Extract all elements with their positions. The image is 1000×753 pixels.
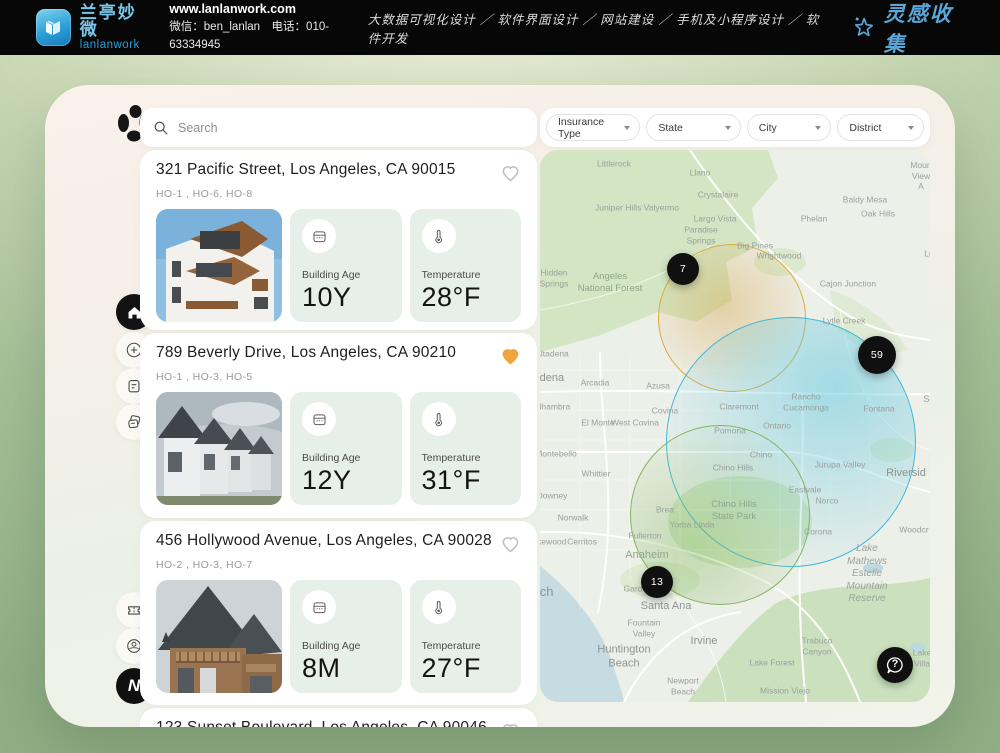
building-age-label: Building Age: [302, 452, 390, 464]
temperature-label: Temperature: [422, 640, 510, 652]
building-age-value: 10Y: [302, 282, 390, 313]
filter-label: State: [658, 122, 683, 134]
cluster-badge[interactable]: 59: [858, 336, 896, 374]
property-card-partial[interactable]: 123 Sunset Boulevard, Los Angeles, CA 90…: [140, 708, 537, 727]
filter-label: District: [849, 122, 881, 134]
thermometer-icon: [422, 590, 456, 624]
inspiration-collect[interactable]: 灵感收集: [852, 0, 970, 58]
n-label: N: [128, 676, 140, 696]
temperature-value: 31°F: [422, 465, 510, 496]
filter-label: City: [759, 122, 777, 134]
cluster-badge[interactable]: 7: [667, 253, 699, 285]
help-button[interactable]: ?: [877, 647, 913, 683]
building-age-label: Building Age: [302, 269, 390, 281]
property-card[interactable]: 789 Beverly Drive, Los Angeles, CA 90210…: [140, 333, 537, 518]
thermometer-icon: [422, 219, 456, 253]
favorite-heart-icon[interactable]: [500, 163, 521, 184]
chevron-down-icon: [908, 126, 914, 130]
chevron-down-icon: [624, 126, 630, 130]
building-age-stat: Building Age 10Y: [290, 209, 402, 322]
brand-text: 兰亭妙微 lanlanwork: [80, 4, 151, 52]
temperature-label: Temperature: [422, 452, 510, 464]
temperature-value: 27°F: [422, 653, 510, 684]
property-title: 789 Beverly Drive, Los Angeles, CA 90210: [156, 344, 500, 362]
calendar-icon: [302, 590, 336, 624]
property-title: 321 Pacific Street, Los Angeles, CA 9001…: [156, 161, 500, 179]
temperature-stat: Temperature 31°F: [410, 392, 522, 505]
filter-state[interactable]: State: [646, 114, 740, 141]
help-label: ?: [892, 658, 899, 670]
filter-label: Insurance Type: [558, 116, 618, 140]
filter-insurance-type[interactable]: Insurance Type: [546, 114, 640, 141]
book-icon: [42, 17, 64, 39]
temperature-stat: Temperature 27°F: [410, 580, 522, 693]
favorite-heart-icon[interactable]: [500, 721, 521, 727]
filter-bar: Insurance Type State City District: [540, 108, 930, 147]
calendar-icon: [302, 219, 336, 253]
policy-codes: HO-2 , HO-3, HO-7: [156, 559, 521, 571]
property-title: 123 Sunset Boulevard, Los Angeles, CA 90…: [156, 719, 500, 727]
building-age-value: 8M: [302, 653, 390, 684]
building-age-label: Building Age: [302, 640, 390, 652]
favorite-heart-icon[interactable]: [500, 346, 521, 367]
property-card[interactable]: 456 Hollywood Avenue, Los Angeles, CA 90…: [140, 521, 537, 705]
property-photo: [156, 580, 282, 693]
contact-line: 微信：ben_lanlan 电话：010-63334945: [169, 19, 367, 55]
temperature-stat: Temperature 28°F: [410, 209, 522, 322]
property-title: 456 Hollywood Avenue, Los Angeles, CA 90…: [156, 532, 500, 550]
brand-name-cn: 兰亭妙微: [80, 4, 151, 40]
contact-block: www.lanlanwork.com 微信：ben_lanlan 电话：010-…: [169, 0, 367, 55]
building-age-stat: Building Age 8M: [290, 580, 402, 693]
policy-codes: HO-1 , HO-3, HO-5: [156, 371, 521, 383]
app-window: N 321 Pacific Street, Los Angeles, CA 90…: [45, 85, 955, 727]
brand-logo-icon: [36, 9, 71, 46]
building-age-stat: Building Age 12Y: [290, 392, 402, 505]
services-list: 大数据可视化设计 ／ 软件界面设计 ／ 网站建设 ／ 手机及小程序设计 ／ 软件…: [368, 9, 831, 47]
search-icon: [153, 120, 169, 136]
filter-district[interactable]: District: [837, 114, 924, 141]
sparkle-star-icon: [852, 14, 877, 41]
website-link[interactable]: www.lanlanwork.com: [169, 0, 367, 19]
property-photo: [156, 392, 282, 505]
property-card[interactable]: 321 Pacific Street, Los Angeles, CA 9001…: [140, 150, 537, 330]
map-panel[interactable]: ? LittlerockLlanoCrystalaireJuniper Hill…: [540, 150, 930, 702]
calendar-icon: [302, 402, 336, 436]
building-age-value: 12Y: [302, 465, 390, 496]
temperature-label: Temperature: [422, 269, 510, 281]
property-photo: [156, 209, 282, 322]
search-bar[interactable]: [140, 108, 537, 147]
chevron-down-icon: [725, 126, 731, 130]
brand-name-en: lanlanwork: [80, 39, 151, 51]
chevron-down-icon: [815, 126, 821, 130]
collect-label: 灵感收集: [884, 0, 970, 58]
search-input[interactable]: [178, 121, 524, 135]
thermometer-icon: [422, 402, 456, 436]
topbar: 兰亭妙微 lanlanwork www.lanlanwork.com 微信：be…: [0, 0, 1000, 55]
cluster-badge[interactable]: 13: [641, 566, 673, 598]
filter-city[interactable]: City: [747, 114, 832, 141]
policy-codes: HO-1 , HO-6, HO-8: [156, 188, 521, 200]
favorite-heart-icon[interactable]: [500, 534, 521, 555]
temperature-value: 28°F: [422, 282, 510, 313]
